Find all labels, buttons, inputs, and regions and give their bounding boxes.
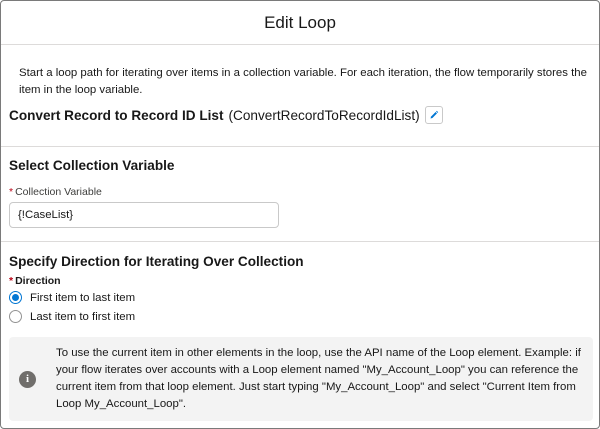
- collection-variable-label: * Collection Variable: [1, 186, 599, 198]
- radio-button[interactable]: [9, 310, 22, 323]
- info-message: i To use the current item in other eleme…: [9, 337, 593, 421]
- edit-loop-modal: Edit Loop Start a loop path for iteratin…: [0, 0, 600, 429]
- element-label: Convert Record to Record ID List: [9, 107, 224, 123]
- direction-section: Specify Direction for Iterating Over Col…: [1, 241, 599, 325]
- element-api-name: (ConvertRecordToRecordIdList): [228, 107, 420, 123]
- intro-text: Start a loop path for iterating over ite…: [19, 67, 587, 96]
- collection-variable-input[interactable]: [9, 202, 279, 228]
- modal-title: Edit Loop: [264, 12, 336, 32]
- collection-variable-section: Select Collection Variable * Collection V…: [1, 146, 599, 228]
- radio-first-to-last[interactable]: First item to last item: [1, 289, 599, 306]
- required-marker: *: [9, 186, 14, 198]
- collection-section-title: Select Collection Variable: [9, 158, 175, 173]
- direction-label: * Direction: [1, 275, 599, 287]
- info-text: To use the current item in other element…: [56, 347, 581, 410]
- radio-button-selected[interactable]: [9, 291, 22, 304]
- pencil-icon: [430, 110, 438, 119]
- direction-section-title: Specify Direction for Iterating Over Col…: [9, 254, 304, 269]
- direction-label-text: Direction: [15, 275, 61, 287]
- required-marker: *: [9, 275, 14, 287]
- divider: [1, 146, 599, 147]
- collection-variable-label-text: Collection Variable: [15, 186, 102, 198]
- edit-element-button[interactable]: [424, 106, 443, 124]
- radio-label: Last item to first item: [30, 310, 136, 323]
- radio-last-to-first[interactable]: Last item to first item: [1, 308, 599, 325]
- info-icon: i: [19, 370, 36, 388]
- radio-label: First item to last item: [30, 291, 136, 304]
- divider: [1, 241, 599, 242]
- modal-header: Edit Loop: [1, 1, 599, 45]
- element-name-row: Convert Record to Record ID List (Conver…: [1, 99, 599, 127]
